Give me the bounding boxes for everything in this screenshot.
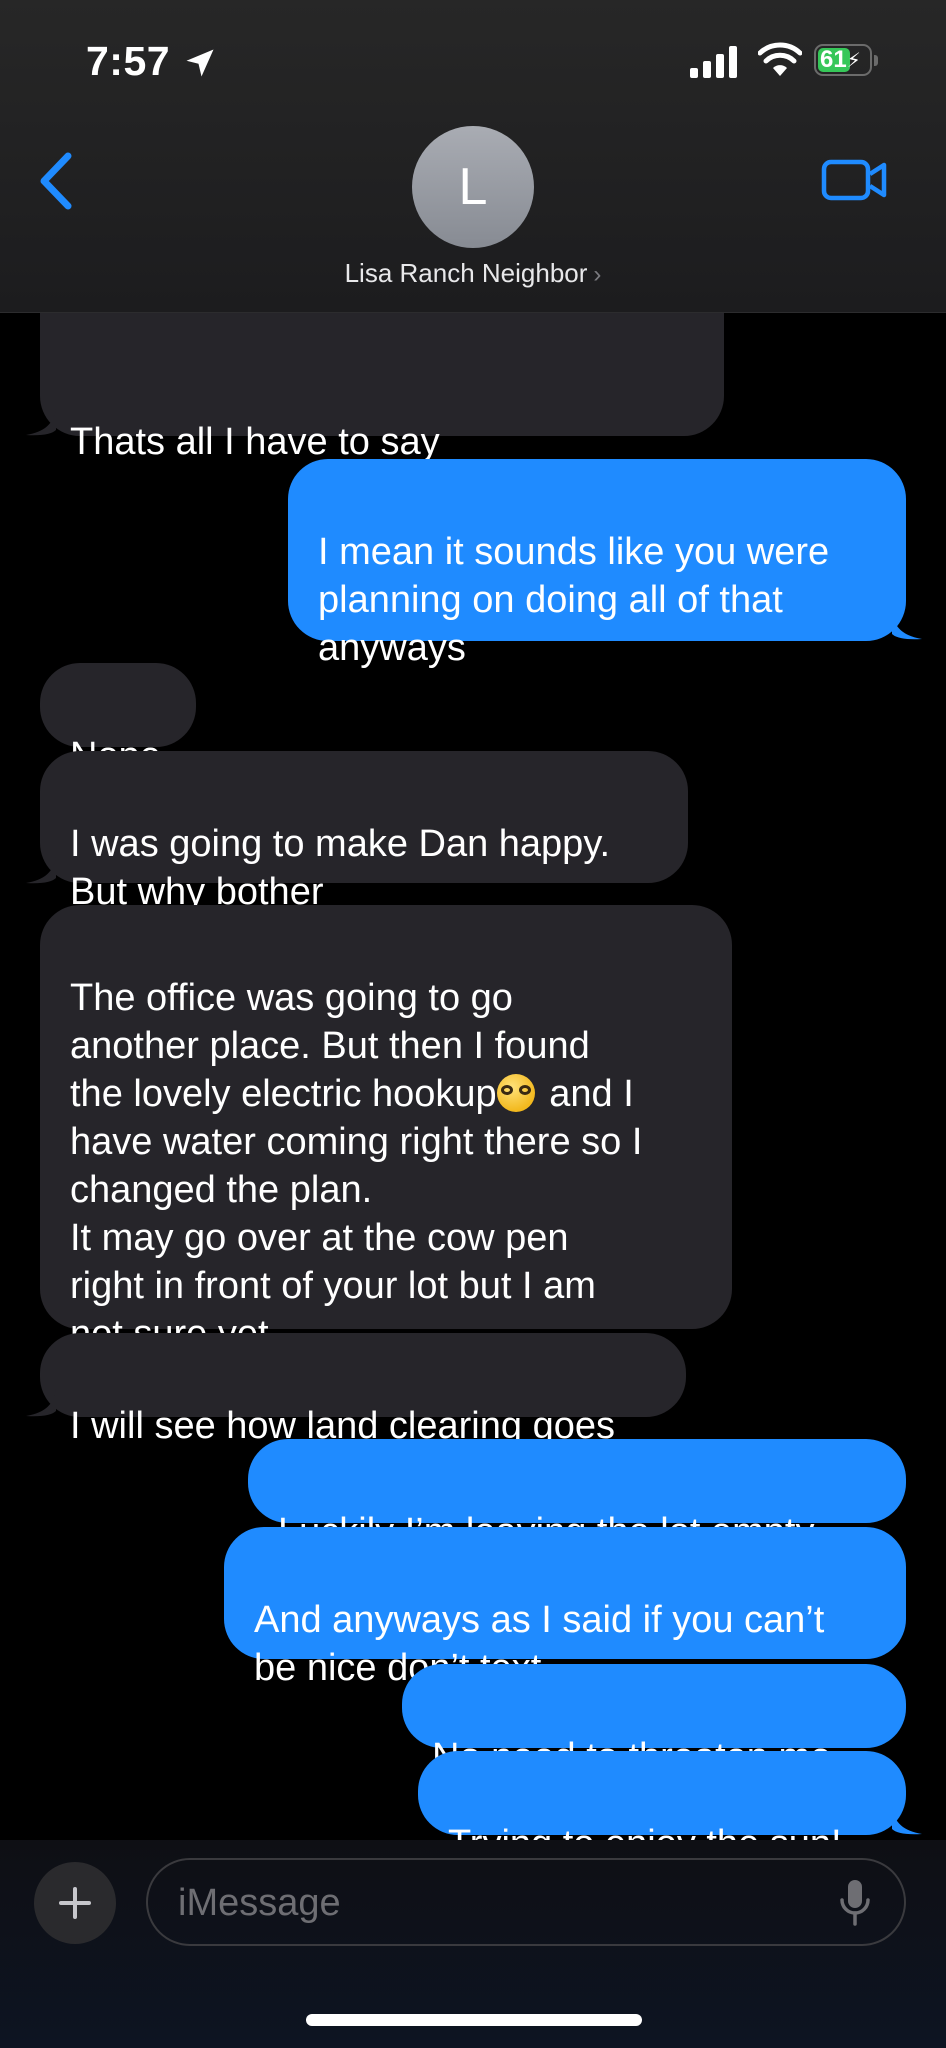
outgoing-bubble-tail — [892, 612, 922, 640]
outgoing-message[interactable]: And anyways as I said if you can’t be ni… — [224, 1527, 906, 1689]
status-time: 7:57 — [86, 38, 171, 84]
incoming-message[interactable]: The office was going to go another place… — [40, 905, 732, 1355]
message-text: I mean it sounds like you were planning … — [318, 531, 830, 669]
incoming-bubble-tail — [26, 856, 56, 884]
wifi-icon — [758, 42, 802, 76]
contact-avatar[interactable]: L — [412, 126, 534, 248]
contact-name: Lisa Ranch Neighbor — [344, 258, 588, 288]
contact-name-button[interactable]: Lisa Ranch Neighbor › — [0, 258, 946, 289]
back-chevron-icon[interactable] — [36, 150, 76, 212]
incoming-message[interactable]: I will see how land clearing goes — [40, 1333, 686, 1447]
location-arrow-icon — [186, 49, 214, 77]
charging-bolt-icon: ⚡ — [846, 50, 861, 72]
incoming-bubble-tail — [26, 408, 56, 436]
outgoing-message[interactable]: Luckily I’m leaving the lot empty — [248, 1439, 906, 1553]
message-text: Thats all I have to say — [70, 421, 440, 463]
outgoing-message[interactable]: I mean it sounds like you were planning … — [288, 459, 906, 669]
battery-level: 61 — [820, 46, 847, 73]
home-indicator[interactable] — [306, 2014, 642, 2026]
message-input-field[interactable] — [146, 1858, 906, 1946]
plus-icon — [59, 1887, 91, 1919]
incoming-message[interactable]: Nope — [40, 663, 196, 777]
nerd-face-emoji-icon — [496, 1074, 535, 1112]
battery-indicator: 61⚡ — [814, 44, 880, 78]
incoming-bubble-tail — [26, 1389, 56, 1417]
apps-plus-button[interactable] — [34, 1862, 116, 1944]
chevron-right-icon: › — [593, 261, 602, 288]
outgoing-bubble-tail — [892, 1807, 922, 1835]
message-input[interactable] — [176, 1870, 800, 1936]
message-text: and I have water coming right there so I… — [70, 1073, 643, 1355]
cellular-signal-icon — [690, 46, 737, 78]
outgoing-message[interactable]: No need to threaten me — [402, 1664, 906, 1778]
video-call-icon[interactable] — [820, 156, 888, 204]
conversation-header: 7:57 61⚡ L Lisa Ranch Neighbor › — [0, 0, 946, 313]
outgoing-message[interactable]: Trying to enjoy the sun! — [418, 1751, 906, 1865]
incoming-message[interactable]: I was going to make Dan happy. But why b… — [40, 751, 688, 913]
message-text: I was going to make Dan happy. But why b… — [70, 823, 611, 913]
microphone-icon[interactable] — [838, 1878, 872, 1928]
avatar-initial: L — [458, 158, 488, 216]
